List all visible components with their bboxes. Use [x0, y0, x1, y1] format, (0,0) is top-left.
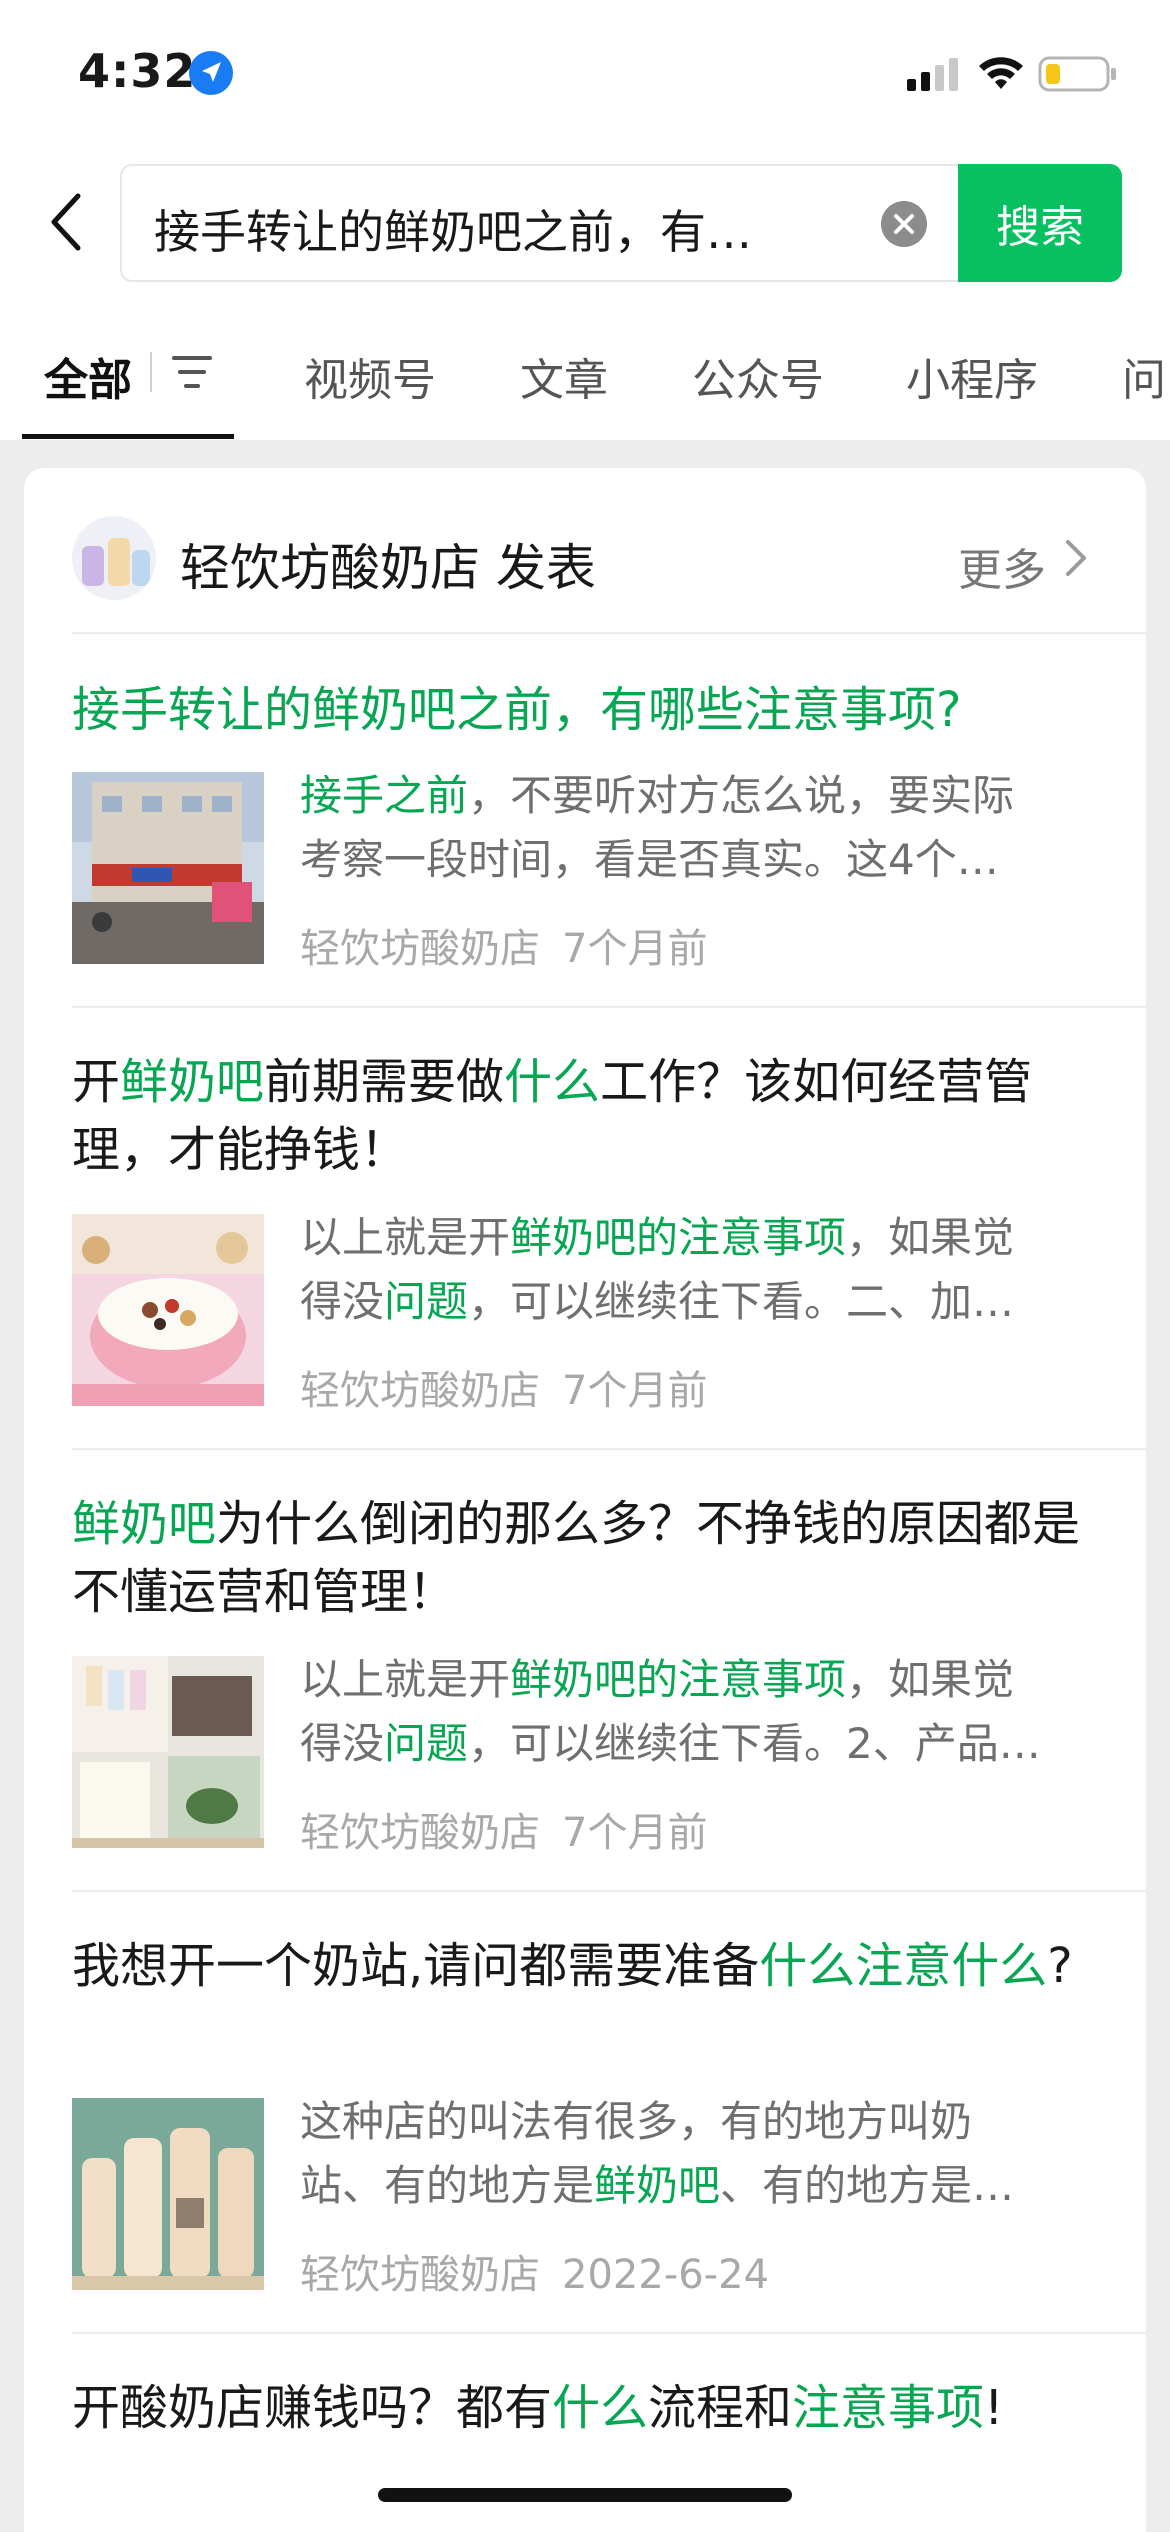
title-text: ? — [1047, 1938, 1073, 1994]
snippet-highlight: 问题 — [384, 1719, 469, 1768]
title-text: 我想开一个奶站,请问都需要准备 — [72, 1938, 760, 1994]
snippet-highlight: 鲜奶吧 — [594, 2161, 721, 2210]
tab-channels[interactable]: 视频号 — [304, 344, 436, 408]
result-source: 轻饮坊酸奶店 7个月前 — [300, 1358, 707, 1416]
snippet-text: 、有的地方是… — [720, 2161, 1015, 2210]
title-highlight: 鲜奶吧 — [72, 1496, 217, 1552]
cellular-signal-icon — [907, 58, 958, 91]
snippet-line: 得没问题，可以继续往下看。2、产品… — [300, 1712, 1100, 1776]
status-time: 4:32 — [78, 44, 197, 98]
snippet-line: 站、有的地方是鲜奶吧、有的地方是… — [300, 2154, 1100, 2218]
divider — [72, 2332, 1146, 2334]
title-text: 前期需要做 — [264, 1054, 505, 1110]
snippet-line: 以上就是开鲜奶吧的注意事项，如果觉 — [300, 1206, 1100, 1270]
source-name: 轻饮坊酸奶店 — [300, 926, 540, 972]
title-text: 开酸奶店赚钱吗？都有 — [72, 2380, 553, 2436]
result-thumbnail-yogurt-bowl[interactable] — [72, 1214, 264, 1406]
account-avatar[interactable] — [72, 516, 156, 600]
result-snippet: 接手之前，不要听对方怎么说，要实际考察一段时间，看是否真实。这4个… — [300, 764, 1100, 892]
publish-date: 2022-6-24 — [562, 2252, 770, 2298]
divider — [72, 1448, 1146, 1450]
tab-questions[interactable]: 问 — [1122, 344, 1166, 408]
snippet-highlight: 鲜奶吧的注意事项 — [510, 1655, 847, 1704]
title-text: 流程和 — [648, 2380, 793, 2436]
result-thumbnail-products[interactable] — [72, 1656, 264, 1848]
source-name: 轻饮坊酸奶店 — [300, 1810, 540, 1856]
snippet-text: ，可以继续往下看。二、加… — [468, 1277, 1015, 1326]
snippet-line: 接手之前，不要听对方怎么说，要实际 — [300, 764, 1100, 828]
tab-articles[interactable]: 文章 — [520, 344, 608, 408]
snippet-line: 以上就是开鲜奶吧的注意事项，如果觉 — [300, 1648, 1100, 1712]
tab-mini-programs[interactable]: 小程序 — [906, 344, 1038, 408]
snippet-line: 这种店的叫法有很多，有的地方叫奶 — [300, 2090, 1100, 2154]
snippet-text: 得没 — [300, 1719, 385, 1768]
result-source: 轻饮坊酸奶店 7个月前 — [300, 1800, 707, 1858]
result-title[interactable]: 开鲜奶吧前期需要做什么工作？该如何经营管理，才能挣钱！ — [72, 1048, 1082, 1184]
result-title[interactable]: 接手转让的鲜奶吧之前，有哪些注意事项? — [72, 676, 1082, 744]
home-indicator — [378, 2488, 792, 2502]
tab-all[interactable]: 全部 — [44, 344, 132, 408]
snippet-text: 这种店的叫法有很多，有的地方叫奶 — [300, 2097, 973, 2146]
divider — [72, 632, 1146, 634]
clear-icon[interactable] — [880, 200, 928, 248]
divider — [72, 1006, 1146, 1008]
result-source: 轻饮坊酸奶店 7个月前 — [300, 916, 707, 974]
publish-date: 7个月前 — [562, 1810, 708, 1856]
tab-official-accounts[interactable]: 公众号 — [692, 344, 824, 408]
tab-separator — [150, 352, 152, 392]
result-thumbnail-storefront[interactable] — [72, 772, 264, 964]
title-text: 为什么倒闭的那么多？不挣钱的原因都是不懂运营和管理！ — [72, 1496, 1081, 1620]
search-button[interactable]: 搜索 — [958, 164, 1122, 282]
snippet-text: 站、有的地方是 — [300, 2161, 595, 2210]
title-highlight: 什么 — [504, 1054, 601, 1110]
snippet-text: 以上就是开 — [300, 1655, 511, 1704]
result-title[interactable]: 我想开一个奶站,请问都需要准备什么注意什么? — [72, 1932, 1082, 2000]
title-highlight: 什么 — [552, 2380, 649, 2436]
title-highlight: 注意事项 — [792, 2380, 985, 2436]
result-snippet: 这种店的叫法有很多，有的地方叫奶 站、有的地方是鲜奶吧、有的地方是… — [300, 2090, 1100, 2218]
divider — [72, 1890, 1146, 1892]
result-snippet: 以上就是开鲜奶吧的注意事项，如果觉 得没问题，可以继续往下看。二、加… — [300, 1206, 1100, 1334]
snippet-text: 以上就是开 — [300, 1213, 511, 1262]
search-query-text[interactable]: 接手转让的鲜奶吧之前，有… — [154, 196, 752, 262]
snippet-text: 得没 — [300, 1277, 385, 1326]
snippet-line: 考察一段时间，看是否真实。这4个… — [300, 828, 1100, 892]
snippet-highlight: 问题 — [384, 1277, 469, 1326]
snippet-line: 得没问题，可以继续往下看。二、加… — [300, 1270, 1100, 1334]
publish-date: 7个月前 — [562, 926, 708, 972]
title-highlight: 什么注意什么 — [759, 1938, 1048, 1994]
title-highlight: 鲜奶吧 — [120, 1054, 265, 1110]
title-highlight: 接手转让的鲜奶吧之前，有哪些注意事项? — [72, 682, 962, 738]
result-thumbnail-milk-bottles[interactable] — [72, 2098, 264, 2290]
account-name[interactable]: 轻饮坊酸奶店 发表 — [180, 528, 596, 600]
chevron-right-icon[interactable] — [1062, 536, 1090, 580]
more-link[interactable]: 更多 — [958, 534, 1046, 598]
title-text: ! — [984, 2380, 1004, 2436]
result-source: 轻饮坊酸奶店 2022-6-24 — [300, 2242, 769, 2300]
location-arrow-icon — [189, 51, 233, 95]
result-title[interactable]: 鲜奶吧为什么倒闭的那么多？不挣钱的原因都是不懂运营和管理！ — [72, 1490, 1082, 1626]
wifi-icon — [979, 57, 1023, 89]
snippet-highlight: 接手之前 — [300, 771, 469, 820]
back-arrow-icon[interactable] — [44, 190, 88, 254]
snippet-text: ，如果觉 — [846, 1655, 1015, 1704]
active-tab-indicator — [22, 434, 234, 439]
source-name: 轻饮坊酸奶店 — [300, 2252, 540, 2298]
snippet-text: ，如果觉 — [846, 1213, 1015, 1262]
snippet-text: 考察一段时间，看是否真实。这4个… — [300, 835, 999, 884]
snippet-text: ，不要听对方怎么说，要实际 — [468, 771, 1015, 820]
snippet-text: ，可以继续往下看。2、产品… — [468, 1719, 1041, 1768]
battery-icon — [1038, 56, 1116, 92]
result-snippet: 以上就是开鲜奶吧的注意事项，如果觉 得没问题，可以继续往下看。2、产品… — [300, 1648, 1100, 1776]
source-name: 轻饮坊酸奶店 — [300, 1368, 540, 1414]
filter-icon[interactable] — [170, 354, 214, 390]
snippet-highlight: 鲜奶吧的注意事项 — [510, 1213, 847, 1262]
title-text: 开 — [72, 1054, 121, 1110]
result-title[interactable]: 开酸奶店赚钱吗？都有什么流程和注意事项! — [72, 2374, 1082, 2442]
publish-date: 7个月前 — [562, 1368, 708, 1414]
